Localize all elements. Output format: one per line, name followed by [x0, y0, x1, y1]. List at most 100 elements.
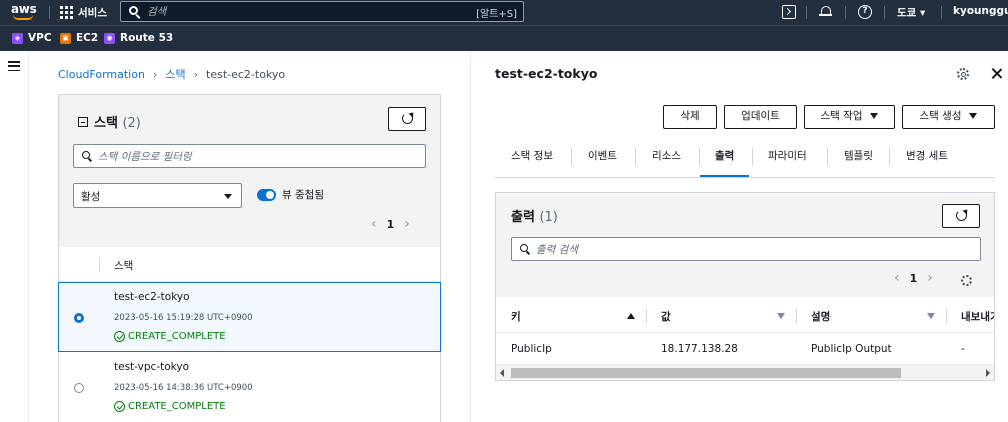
aws-smile-icon — [13, 15, 33, 20]
notifications-bell-icon[interactable] — [819, 5, 833, 19]
nav-divider — [49, 6, 50, 19]
create-stack-label: 스택 생성 — [919, 110, 962, 122]
stack-radio[interactable] — [74, 383, 84, 393]
services-menu-button[interactable]: 서비스 — [60, 4, 107, 21]
nested-view-toggle[interactable] — [257, 189, 276, 201]
chevron-right-icon: › — [152, 67, 158, 81]
aws-logo[interactable]: aws — [10, 2, 38, 22]
favorites-bar: ◈ VPC ▣ EC2 ◉ Route 53 — [0, 25, 1008, 51]
account-menu[interactable]: kyounggu ▾ — [953, 5, 1008, 17]
previous-page-icon[interactable]: ‹ — [371, 216, 377, 232]
tab-resources[interactable]: 리소스 — [652, 141, 681, 177]
tab-template[interactable]: 템플릿 — [844, 141, 873, 177]
refresh-icon — [402, 113, 413, 124]
column-header-value[interactable]: 값 — [661, 309, 671, 324]
cloudshell-icon[interactable] — [782, 5, 796, 19]
stacks-title-text: 스택 — [94, 116, 118, 131]
breadcrumb-cloudformation[interactable]: CloudFormation — [58, 68, 145, 81]
next-page-icon[interactable]: › — [927, 270, 933, 286]
tab-stack-info[interactable]: 스택 정보 — [511, 141, 553, 177]
refresh-icon — [956, 210, 967, 221]
sort-icon[interactable] — [777, 313, 785, 319]
settings-icon[interactable] — [957, 68, 969, 80]
stack-actions-button[interactable]: 스택 작업 — [804, 105, 895, 129]
tab-change-sets[interactable]: 변경 세트 — [906, 141, 948, 177]
tab-divider — [827, 148, 828, 166]
sort-ascending-icon[interactable] — [627, 313, 635, 319]
horizontal-scrollbar[interactable] — [496, 364, 994, 380]
breadcrumb-current: test-ec2-tokyo — [206, 67, 286, 81]
close-icon[interactable] — [990, 67, 1004, 81]
refresh-outputs-button[interactable] — [942, 204, 980, 228]
success-check-icon — [114, 401, 125, 412]
chevron-right-icon: › — [193, 67, 199, 81]
split-panel-divider[interactable] — [470, 51, 471, 422]
page-number[interactable]: 1 — [387, 218, 395, 231]
tab-parameters[interactable]: 파라미터 — [768, 141, 807, 177]
page-number[interactable]: 1 — [910, 272, 918, 285]
region-selector[interactable]: 도쿄 ▾ — [897, 5, 925, 20]
services-label: 서비스 — [78, 7, 107, 19]
tab-events[interactable]: 이벤트 — [588, 141, 617, 177]
output-value: 18.177.138.28 — [661, 343, 738, 355]
nav-divider — [845, 6, 846, 19]
outputs-search-input[interactable] — [536, 242, 934, 257]
refresh-stacks-button[interactable] — [388, 107, 426, 131]
scroll-left-icon[interactable] — [500, 369, 504, 377]
stack-detail-title: test-ec2-tokyo — [495, 66, 598, 81]
stack-filter-input[interactable] — [98, 149, 397, 164]
scroll-right-icon[interactable] — [986, 369, 990, 377]
tab-divider — [571, 148, 572, 166]
breadcrumb-stacks[interactable]: 스택 — [165, 66, 185, 82]
help-icon[interactable]: ? — [858, 5, 872, 19]
stack-status-value: 활성 — [81, 191, 101, 203]
favorite-route53[interactable]: ◉ Route 53 — [104, 32, 173, 44]
outputs-pagination: ‹ 1 › — [894, 270, 933, 286]
create-stack-button[interactable]: 스택 생성 — [902, 105, 995, 129]
outputs-title-text: 출력 — [511, 210, 535, 225]
tab-divider — [889, 148, 890, 166]
column-header-stack[interactable]: 스택 — [114, 258, 133, 273]
search-shortcut: [알트+S] — [476, 9, 517, 20]
previous-page-icon[interactable]: ‹ — [894, 270, 900, 286]
detail-tabs: 스택 정보 이벤트 리소스 출력 파라미터 템플릿 변경 세트 — [495, 141, 995, 178]
stack-status-select[interactable]: 활성 — [73, 183, 242, 208]
tab-outputs[interactable]: 출력 — [699, 141, 750, 178]
nav-divider — [884, 6, 885, 19]
stack-name: test-vpc-tokyo — [114, 361, 189, 373]
stack-row[interactable]: test-vpc-tokyo 2023-05-16 14:38:36 UTC+0… — [59, 353, 440, 422]
stack-row[interactable]: test-ec2-tokyo 2023-05-16 15:19:28 UTC+0… — [58, 282, 441, 352]
global-search[interactable]: [알트+S] — [120, 1, 524, 22]
ec2-service-icon: ▣ — [60, 32, 71, 44]
vpc-service-icon: ◈ — [12, 32, 23, 44]
collapse-icon[interactable] — [78, 117, 88, 127]
stacks-title: 스택 (2) — [94, 112, 141, 131]
favorite-vpc[interactable]: ◈ VPC — [12, 32, 52, 44]
menu-icon[interactable] — [8, 61, 20, 72]
column-header-key[interactable]: 키 — [511, 309, 521, 324]
delete-button[interactable]: 삭제 — [663, 105, 717, 129]
sort-icon[interactable] — [927, 313, 935, 319]
output-export: - — [961, 343, 965, 355]
tabs-underline — [495, 177, 995, 178]
global-search-input[interactable] — [147, 4, 447, 19]
stack-radio[interactable] — [74, 313, 84, 323]
scrollbar-thumb[interactable] — [511, 368, 901, 378]
favorite-label: Route 53 — [120, 32, 174, 44]
column-header-export[interactable]: 내보내기 — [961, 309, 994, 324]
outputs-search[interactable] — [511, 237, 981, 261]
favorite-ec2[interactable]: ▣ EC2 — [60, 32, 98, 44]
column-divider — [946, 309, 947, 323]
outputs-title: 출력 (1) — [511, 206, 558, 225]
next-page-icon[interactable]: › — [404, 216, 410, 232]
stack-status: CREATE_COMPLETE — [114, 331, 226, 342]
table-preferences-icon[interactable] — [961, 275, 972, 286]
aws-logo-text: aws — [11, 2, 37, 16]
tab-divider — [752, 148, 753, 166]
stack-filter[interactable] — [73, 144, 426, 168]
column-header-description[interactable]: 설명 — [811, 309, 830, 324]
outputs-column-header: 키 값 설명 내보내기 — [496, 297, 994, 333]
stack-status: CREATE_COMPLETE — [114, 401, 226, 412]
update-button[interactable]: 업데이트 — [724, 105, 797, 129]
tab-divider — [635, 148, 636, 166]
